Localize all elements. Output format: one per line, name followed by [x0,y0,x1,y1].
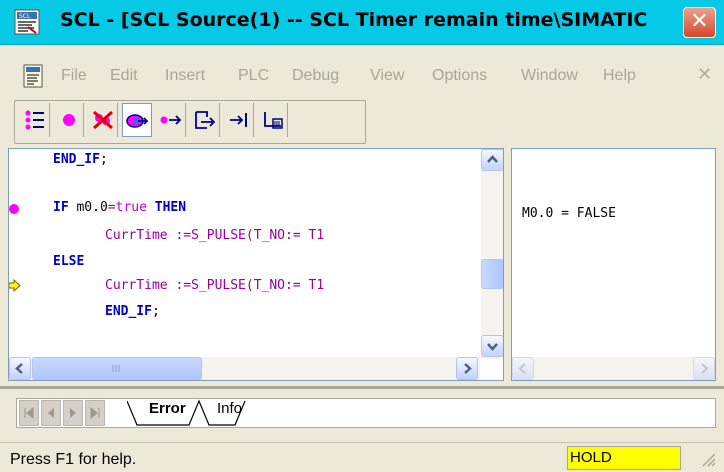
chevron-right-icon [464,363,472,374]
grip-icon [112,365,120,372]
set-breakpoint-icon [62,114,75,126]
code-semicolon: ; [99,152,108,167]
status-bar: Press F1 for help. HOLD [0,442,724,472]
code-identifier: m0.0 [68,200,108,215]
chevron-down-icon [487,343,498,351]
breakpoints-list-icon [25,110,44,130]
scl-source-editor[interactable]: END_IF; IF m0.0=true THEN CurrTime :=S_P… [8,148,504,381]
tab-last-button[interactable] [85,400,105,426]
code-line-4: ELSE [53,254,84,269]
breakpoint-marker-icon[interactable] [9,204,19,214]
editor-horizontal-scrollbar[interactable] [9,357,480,380]
monitor-button[interactable] [122,103,152,137]
tab-info[interactable]: Info [217,400,242,417]
chevron-right-icon [701,363,709,374]
title-bar[interactable]: SCL SCL - [SCL Source(1) -- SCL Timer re… [0,0,724,45]
resize-grip-icon[interactable] [700,451,716,467]
next-icon [70,408,76,418]
code-line-2: IF m0.0=true THEN [53,200,186,215]
menu-view[interactable]: View [370,67,404,85]
delete-breakpoints-icon [92,110,113,130]
code-semicolon: ; [151,304,160,319]
scroll-up-button[interactable] [481,149,503,171]
scl-app-icon: SCL [14,9,40,35]
keyword-else: ELSE [53,254,85,269]
tab-next-button[interactable] [63,400,83,426]
tab-previous-button[interactable] [41,400,61,426]
tab-error[interactable]: Error [149,400,186,417]
result-scroll-left-button[interactable] [512,357,534,380]
scroll-left-button[interactable] [9,357,31,380]
step-into-button[interactable] [190,103,220,137]
code-value: true [115,200,147,215]
keyword-end-if: END_IF [53,152,100,167]
run-to-cursor-icon [263,112,283,129]
menu-bar: File Edit Insert PLC Debug View Options … [0,58,724,94]
document-close-button[interactable]: ✕ [697,64,712,85]
svg-text:SCL: SCL [19,13,31,20]
scroll-down-button[interactable] [481,335,503,357]
scl-window: SCL SCL - [SCL Source(1) -- SCL Timer re… [0,0,724,472]
first-icon [24,406,34,420]
scroll-right-button[interactable] [456,357,478,380]
menu-window[interactable]: Window [521,67,578,85]
plc-mode-indicator: HOLD [567,446,681,470]
code-operator: = [107,200,116,215]
document-icon[interactable] [22,64,44,88]
menu-insert[interactable]: Insert [165,67,205,85]
delete-breakpoints-button[interactable] [88,103,118,137]
menu-options[interactable]: Options [432,67,487,85]
step-into-icon [194,111,215,129]
breakpoints-list-button[interactable] [20,103,50,137]
close-window-button[interactable]: ✕ [683,7,716,38]
chevron-up-icon [487,155,498,163]
output-separator[interactable] [0,386,724,389]
set-breakpoint-button[interactable] [54,103,84,137]
menu-plc[interactable]: PLC [238,67,269,85]
menu-file[interactable]: File [61,67,87,85]
previous-icon [48,408,54,418]
run-to-cursor-button[interactable] [258,103,288,137]
window-title: SCL - [SCL Source(1) -- SCL Timer remain… [60,9,648,31]
code-statement: CurrTime :=S_PULSE(T_NO:= T1 [105,228,325,243]
code-line-1: END_IF; [53,152,108,167]
result-scroll-right-button[interactable] [693,357,715,380]
horizontal-scroll-thumb[interactable] [32,357,202,380]
keyword-then: THEN [146,200,187,215]
chevron-left-icon [15,363,23,374]
editor-vertical-scrollbar[interactable] [481,149,503,359]
monitor-icon [126,114,149,128]
step-out-button[interactable] [224,103,254,137]
step-over-icon [160,115,181,125]
vertical-scroll-thumb[interactable] [481,259,503,289]
code-statement: CurrTime :=S_PULSE(T_NO:= T1 [105,278,325,293]
keyword-end-if: END_IF [105,304,152,319]
tab-first-button[interactable] [19,400,39,426]
menu-edit[interactable]: Edit [110,67,138,85]
pane-splitter[interactable] [506,148,510,381]
step-over-button[interactable] [156,103,186,137]
result-horizontal-scrollbar[interactable] [512,357,715,380]
monitor-result-pane[interactable]: M0.0 = FALSE [511,148,716,381]
code-line-6: END_IF; [105,304,160,319]
current-statement-arrow-icon [9,279,21,292]
last-icon [90,406,100,420]
chevron-left-icon [518,363,526,374]
menu-help[interactable]: Help [603,67,636,85]
toolbar-buttons [16,99,366,143]
code-line-5: CurrTime :=S_PULSE(T_NO:= T1 [105,278,324,293]
menu-debug[interactable]: Debug [292,67,339,85]
status-help-text: Press F1 for help. [10,451,137,468]
step-out-icon [229,113,247,127]
watch-value: M0.0 = FALSE [522,206,616,221]
keyword-if: IF [53,200,69,215]
code-line-3: CurrTime :=S_PULSE(T_NO:= T1 [105,228,324,243]
output-tab-strip: Error Info [16,398,716,428]
